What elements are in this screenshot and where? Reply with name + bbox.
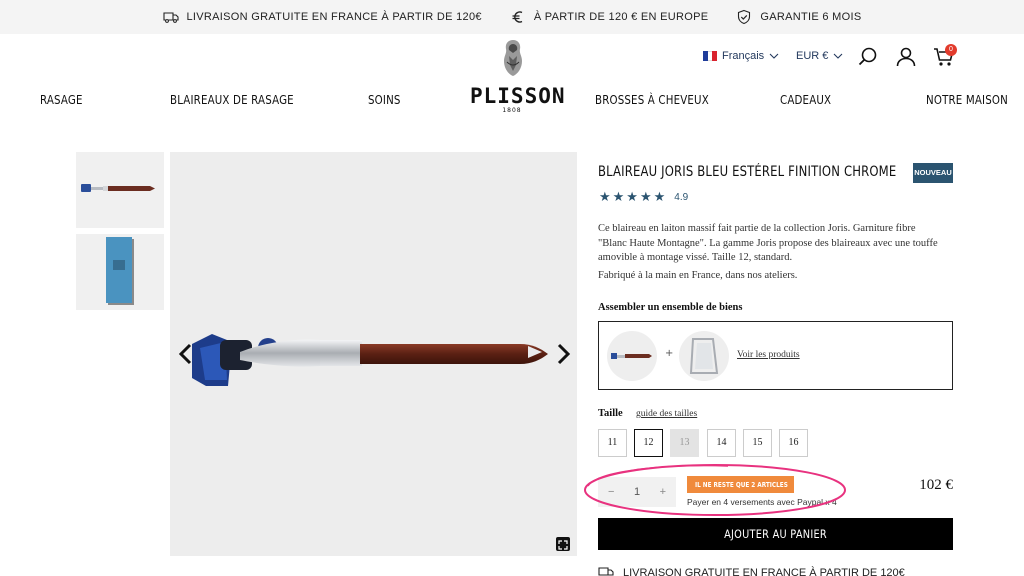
shipping-info-text: LIVRAISON GRATUITE EN FRANCE À PARTIR DE…: [623, 567, 905, 576]
nav-notre-maison[interactable]: NOTRE MAISON: [926, 92, 1008, 107]
thumbnail-box[interactable]: [76, 234, 164, 310]
size-option-11[interactable]: 11: [598, 429, 627, 457]
france-flag-icon: [703, 51, 718, 61]
size-option-14[interactable]: 14: [707, 429, 736, 457]
nav-rasage[interactable]: RASAGE: [40, 92, 83, 107]
chevron-down-icon: [834, 53, 843, 59]
promo-europe: À PARTIR DE 120 € EN EUROPE: [510, 9, 709, 25]
language-selector[interactable]: Français: [703, 50, 779, 62]
made-in-france-text: Fabriqué à la main en France, dans nos a…: [598, 270, 798, 281]
brand-year: 1808: [502, 107, 522, 114]
product-title: BLAIREAU JORIS BLEU ESTÉREL FINITION CHR…: [598, 164, 897, 180]
nav-cadeaux[interactable]: CADEAUX: [780, 92, 831, 107]
bundle-razor-image[interactable]: [607, 331, 657, 381]
size-label: Taille: [598, 408, 623, 419]
cart-count-badge: 0: [945, 44, 957, 56]
product-price: 102 €: [919, 477, 953, 493]
quantity-decrease-button[interactable]: −: [608, 486, 614, 498]
quantity-increase-button[interactable]: +: [660, 486, 666, 498]
add-to-cart-button[interactable]: AJOUTER AU PANIER: [598, 518, 953, 550]
razor-thumbnail-image: [81, 184, 155, 192]
promo-warranty: GARANTIE 6 MOIS: [736, 9, 861, 25]
truck-icon: [598, 567, 614, 576]
product-description: Ce blaireau en laiton massif fait partie…: [598, 223, 938, 263]
promo-europe-text: À PARTIR DE 120 € EN EUROPE: [533, 11, 709, 23]
promo-free-delivery-text: LIVRAISON GRATUITE EN FRANCE À PARTIR DE…: [186, 11, 482, 23]
nav-brosses[interactable]: BROSSES À CHEVEUX: [595, 92, 709, 107]
stock-alert-text: IL NE RESTE QUE 2 ARTICLES: [695, 480, 788, 489]
rating-stars[interactable]: ★★★★★ 4.9: [599, 190, 688, 205]
view-products-link[interactable]: Voir les produits: [737, 350, 800, 360]
bundle-plus-sign: +: [665, 348, 674, 359]
previous-image-arrow-icon[interactable]: [178, 342, 194, 366]
nav-blaireaux[interactable]: BLAIREAUX DE RASAGE: [170, 92, 294, 107]
euro-icon: [512, 11, 523, 23]
quantity-value[interactable]: 1: [634, 486, 640, 498]
promo-free-delivery: LIVRAISON GRATUITE EN FRANCE À PARTIR DE…: [162, 9, 482, 25]
promo-bar: LIVRAISON GRATUITE EN FRANCE À PARTIR DE…: [0, 0, 1024, 34]
rating-value: 4.9: [674, 192, 689, 203]
shipping-info: LIVRAISON GRATUITE EN FRANCE À PARTIR DE…: [598, 566, 905, 576]
size-option-13[interactable]: 13: [670, 429, 699, 457]
language-label: Français: [722, 50, 765, 62]
bundle-box: + Voir les produits: [598, 321, 953, 390]
add-to-cart-label: AJOUTER AU PANIER: [724, 527, 827, 541]
size-guide-link[interactable]: guide des tailles: [636, 409, 697, 419]
fullscreen-icon[interactable]: [556, 537, 570, 551]
currency-label: EUR €: [796, 50, 829, 62]
thumbnail-razor[interactable]: [76, 152, 164, 228]
search-icon[interactable]: [857, 46, 879, 68]
paypal-installments-text[interactable]: Payer en 4 versements avec Paypal x 4: [687, 497, 837, 507]
shield-check-icon: [738, 9, 751, 25]
size-option-15[interactable]: 15: [743, 429, 772, 457]
account-icon[interactable]: [895, 46, 917, 68]
size-option-16[interactable]: 16: [779, 429, 808, 457]
eagle-logo-icon[interactable]: [497, 38, 529, 78]
bundle-title: Assembler un ensemble de biens: [598, 302, 743, 313]
size-option-12[interactable]: 12: [634, 429, 663, 457]
brand-logo[interactable]: PLISSON: [470, 84, 565, 108]
truck-icon: [162, 12, 179, 23]
new-badge: NOUVEAU: [913, 163, 953, 183]
promo-warranty-text: GARANTIE 6 MOIS: [760, 11, 862, 23]
stock-alert-badge: IL NE RESTE QUE 2 ARTICLES: [687, 476, 794, 493]
currency-selector[interactable]: EUR €: [796, 50, 843, 62]
main-product-image[interactable]: [170, 152, 577, 556]
razor-image: [192, 334, 548, 386]
chevron-down-icon: [769, 53, 779, 59]
quantity-stepper: − 1 +: [598, 477, 676, 507]
next-image-arrow-icon[interactable]: [555, 342, 571, 366]
box-thumbnail-image: [106, 237, 134, 305]
nav-soins[interactable]: SOINS: [368, 92, 401, 107]
bundle-stand-image[interactable]: [679, 331, 729, 381]
star-icons: ★★★★★: [599, 190, 668, 205]
